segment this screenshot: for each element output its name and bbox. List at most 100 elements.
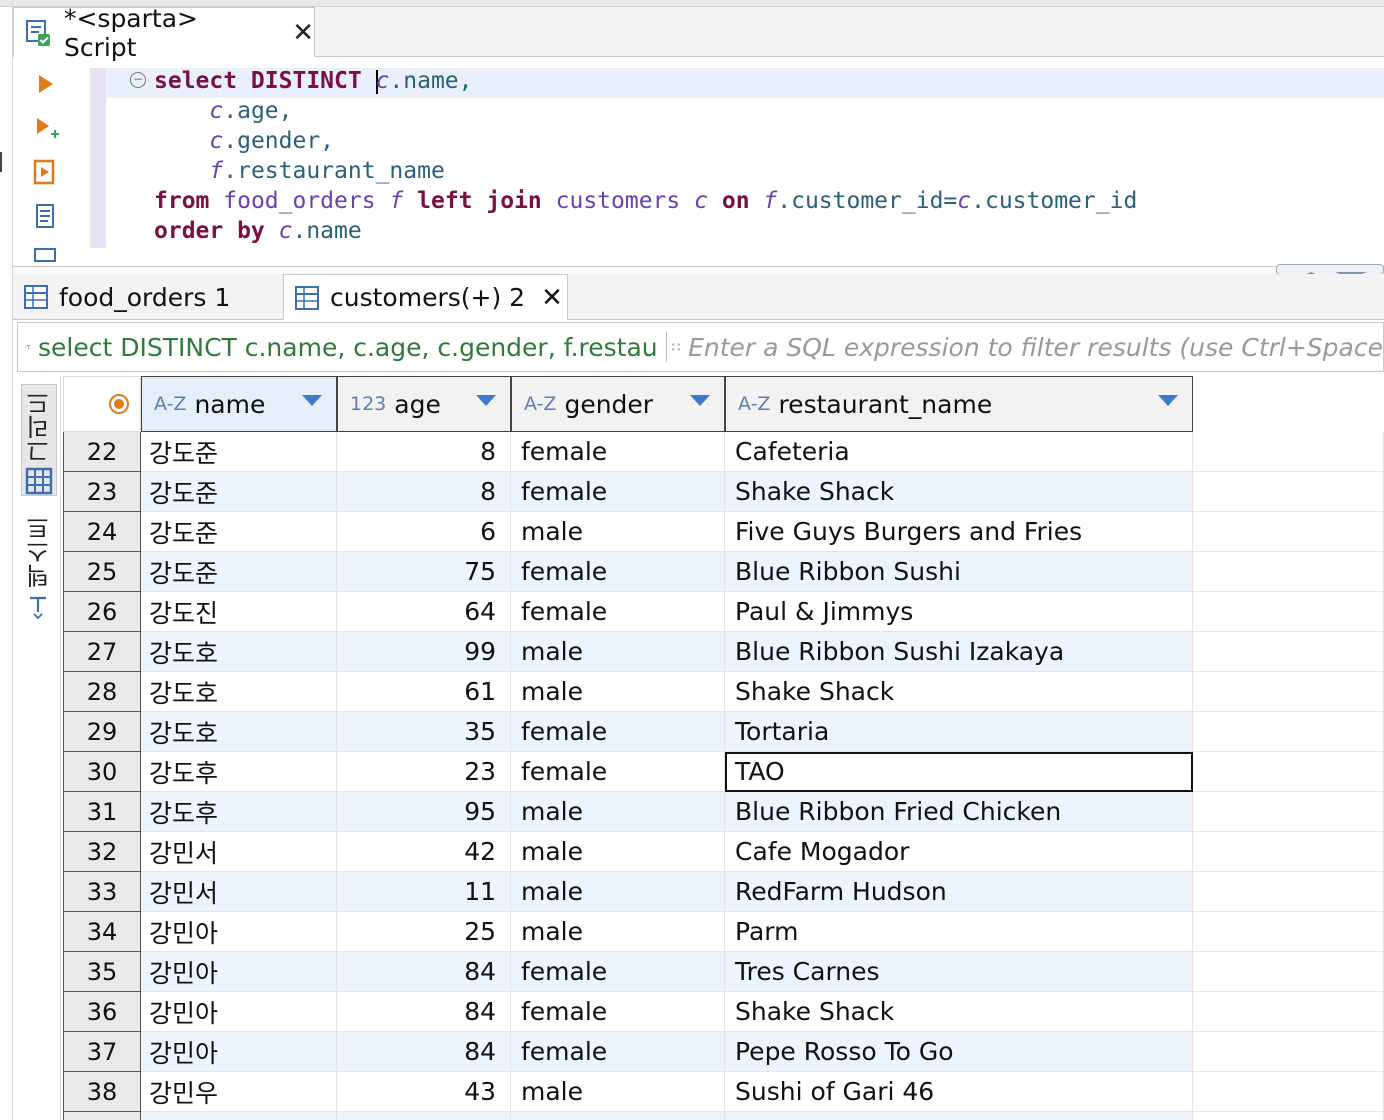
cell-gender[interactable]: female — [511, 432, 725, 472]
cell-restaurant-name[interactable]: Shake Shack — [725, 672, 1193, 712]
cell-restaurant-name[interactable]: Shake Shack — [725, 992, 1193, 1032]
sort-dropdown-icon[interactable] — [302, 395, 322, 406]
cell-restaurant-name[interactable] — [725, 1112, 1193, 1120]
table-row[interactable]: 24 강도준 6 male Five Guys Burgers and Fries — [63, 512, 1384, 552]
cell-gender[interactable]: male — [511, 672, 725, 712]
table-row[interactable]: 33 강민서 11 male RedFarm Hudson — [63, 872, 1384, 912]
table-row[interactable]: 38 강민우 43 male Sushi of Gari 46 — [63, 1072, 1384, 1112]
expand-icon[interactable] — [672, 331, 680, 363]
cell-gender[interactable]: male — [511, 792, 725, 832]
filter-input[interactable]: Enter a SQL expression to filter results… — [688, 333, 1383, 362]
cell-name[interactable]: 강민우 — [141, 1112, 337, 1120]
cell-name[interactable]: 강민우 — [141, 1072, 337, 1112]
fold-collapse-icon[interactable]: − — [130, 72, 146, 88]
row-number-header[interactable] — [63, 376, 141, 432]
more-tools-icon[interactable] — [31, 246, 59, 262]
row-number[interactable]: 23 — [63, 472, 141, 512]
row-number[interactable]: 24 — [63, 512, 141, 552]
execute-new-tab-icon[interactable] — [31, 114, 59, 142]
tab-customers[interactable]: customers(+) 2 ✕ — [283, 274, 568, 320]
sort-dropdown-icon[interactable] — [690, 395, 710, 406]
close-icon[interactable]: ✕ — [292, 18, 314, 48]
row-number[interactable]: 25 — [63, 552, 141, 592]
row-number[interactable]: 34 — [63, 912, 141, 952]
table-row[interactable]: 27 강도호 99 male Blue Ribbon Sushi Izakaya — [63, 632, 1384, 672]
row-number[interactable]: 22 — [63, 432, 141, 472]
cell-name[interactable]: 강도후 — [141, 792, 337, 832]
cell-name[interactable]: 강도준 — [141, 472, 337, 512]
editor-results-splitter[interactable] — [13, 266, 1384, 274]
cell-gender[interactable]: male — [511, 832, 725, 872]
cell-restaurant-name[interactable]: Cafeteria — [725, 432, 1193, 472]
row-number[interactable]: 28 — [63, 672, 141, 712]
cell-name[interactable]: 강민아 — [141, 952, 337, 992]
cell-name[interactable]: 강민아 — [141, 1032, 337, 1072]
cell-age[interactable]: 64 — [337, 592, 511, 632]
table-row[interactable]: 32 강민서 42 male Cafe Mogador — [63, 832, 1384, 872]
cell-age[interactable]: 43 — [337, 1072, 511, 1112]
cell-gender[interactable]: male — [511, 872, 725, 912]
cell-name[interactable]: 강도호 — [141, 672, 337, 712]
cell-name[interactable]: 강도호 — [141, 712, 337, 752]
cell-gender[interactable]: female — [511, 992, 725, 1032]
execute-statement-icon[interactable] — [31, 70, 59, 98]
cell-age[interactable]: 6 — [337, 512, 511, 552]
row-number[interactable]: 38 — [63, 1072, 141, 1112]
table-row[interactable]: 25 강도준 75 female Blue Ribbon Sushi — [63, 552, 1384, 592]
cell-restaurant-name[interactable]: TAO — [725, 752, 1193, 792]
cell-gender[interactable]: female — [511, 592, 725, 632]
cell-age[interactable]: 42 — [337, 832, 511, 872]
cell-gender[interactable]: female — [511, 952, 725, 992]
cell-age[interactable]: 8 — [337, 432, 511, 472]
column-header-age[interactable]: 123 age — [337, 376, 511, 432]
table-row[interactable]: 강민우 — [63, 1112, 1384, 1120]
cell-gender[interactable]: female — [511, 752, 725, 792]
cell-restaurant-name[interactable]: Pepe Rosso To Go — [725, 1032, 1193, 1072]
tab-grid[interactable]: 그리드 — [21, 384, 57, 496]
table-row[interactable]: 30 강도후 23 female TAO — [63, 752, 1384, 792]
cell-gender[interactable]: male — [511, 632, 725, 672]
cell-age[interactable]: 99 — [337, 632, 511, 672]
cell-age[interactable]: 25 — [337, 912, 511, 952]
cell-restaurant-name[interactable]: Blue Ribbon Sushi — [725, 552, 1193, 592]
cell-name[interactable]: 강도후 — [141, 752, 337, 792]
left-resize-handle[interactable] — [0, 152, 2, 172]
row-number[interactable]: 26 — [63, 592, 141, 632]
row-number[interactable]: 29 — [63, 712, 141, 752]
cell-restaurant-name[interactable]: RedFarm Hudson — [725, 872, 1193, 912]
cell-restaurant-name[interactable]: Parm — [725, 912, 1193, 952]
cell-name[interactable]: 강민서 — [141, 832, 337, 872]
cell-restaurant-name[interactable]: Tres Carnes — [725, 952, 1193, 992]
row-number[interactable] — [63, 1112, 141, 1120]
table-row[interactable]: 22 강도준 8 female Cafeteria — [63, 432, 1384, 472]
cell-age[interactable]: 84 — [337, 992, 511, 1032]
sort-dropdown-icon[interactable] — [476, 395, 496, 406]
cell-gender[interactable]: female — [511, 552, 725, 592]
cell-age[interactable]: 11 — [337, 872, 511, 912]
cell-gender[interactable]: male — [511, 912, 725, 952]
cell-name[interactable]: 강도호 — [141, 632, 337, 672]
cell-restaurant-name[interactable]: Paul & Jimmys — [725, 592, 1193, 632]
cell-gender[interactable]: female — [511, 1032, 725, 1072]
cell-age[interactable]: 95 — [337, 792, 511, 832]
table-row[interactable]: 35 강민아 84 female Tres Carnes — [63, 952, 1384, 992]
cell-restaurant-name[interactable]: Blue Ribbon Sushi Izakaya — [725, 632, 1193, 672]
cell-age[interactable]: 61 — [337, 672, 511, 712]
sql-editor[interactable]: select DISTINCT c.name, c.age, c.gender,… — [154, 66, 1137, 246]
row-number[interactable]: 30 — [63, 752, 141, 792]
execute-script-icon[interactable] — [31, 158, 59, 186]
column-header-restaurant-name[interactable]: A-Z restaurant_name — [725, 376, 1193, 432]
cell-name[interactable]: 강민아 — [141, 912, 337, 952]
cell-age[interactable]: 8 — [337, 472, 511, 512]
table-row[interactable]: 26 강도진 64 female Paul & Jimmys — [63, 592, 1384, 632]
cell-restaurant-name[interactable]: Shake Shack — [725, 472, 1193, 512]
row-number[interactable]: 36 — [63, 992, 141, 1032]
close-icon[interactable]: ✕ — [541, 283, 563, 313]
table-row[interactable]: 31 강도후 95 male Blue Ribbon Fried Chicken — [63, 792, 1384, 832]
cell-name[interactable]: 강도준 — [141, 432, 337, 472]
cell-age[interactable]: 23 — [337, 752, 511, 792]
row-number[interactable]: 31 — [63, 792, 141, 832]
table-row[interactable]: 29 강도호 35 female Tortaria — [63, 712, 1384, 752]
table-row[interactable]: 23 강도준 8 female Shake Shack — [63, 472, 1384, 512]
cell-gender[interactable]: male — [511, 1072, 725, 1112]
